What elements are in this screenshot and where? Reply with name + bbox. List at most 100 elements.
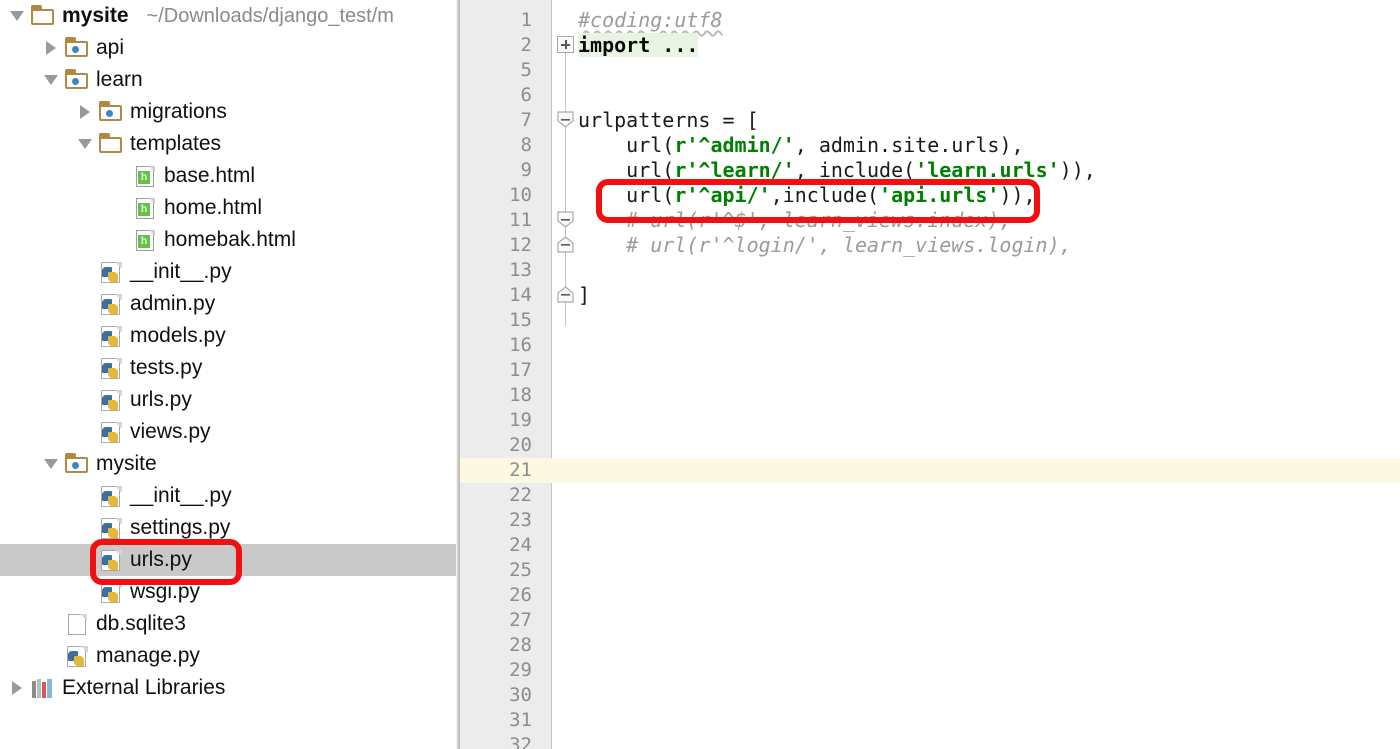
chevron-down-icon[interactable] [38, 75, 64, 85]
chevron-right-icon[interactable] [72, 105, 98, 119]
folder-icon [98, 101, 124, 123]
line-number[interactable]: 27 [460, 608, 532, 633]
python-file-icon [98, 581, 124, 603]
line-number[interactable]: 28 [460, 633, 532, 658]
line-number[interactable]: 25 [460, 558, 532, 583]
tree-item-settings-py[interactable]: settings.py [0, 512, 460, 544]
line-number[interactable]: 23 [460, 508, 532, 533]
line-number[interactable]: 22 [460, 483, 532, 508]
tree-item-models-py[interactable]: models.py [0, 320, 460, 352]
file-icon [64, 613, 90, 635]
line-number[interactable]: 2 [460, 33, 532, 58]
tree-item-label: mysite [96, 452, 157, 475]
line-number[interactable]: 21 [460, 458, 532, 483]
tree-item-base-html[interactable]: h base.html [0, 160, 460, 192]
line-number[interactable]: 6 [460, 83, 532, 108]
chevron-down-icon[interactable] [4, 11, 30, 21]
python-file-icon [98, 293, 124, 315]
line-number[interactable]: 11 [460, 208, 532, 233]
line-number[interactable]: 1 [460, 8, 532, 33]
folder-icon [64, 69, 90, 91]
code-editor-panel[interactable]: 1 2 5 6 7 8 9 10 11 12 13 14 15 16 17 18 19 20 21 22 23 24 25 2… [460, 0, 1400, 749]
line-number[interactable]: 17 [460, 358, 532, 383]
tree-item-admin-py[interactable]: admin.py [0, 288, 460, 320]
tree-item-mysite[interactable]: mysite [0, 448, 460, 480]
line-number[interactable]: 24 [460, 533, 532, 558]
tree-item-db-sqlite3[interactable]: db.sqlite3 [0, 608, 460, 640]
line-number[interactable]: 32 [460, 733, 532, 749]
line-number[interactable]: 5 [460, 58, 532, 83]
tree-item-urls-py[interactable]: urls.py [0, 384, 460, 416]
python-file-icon [98, 389, 124, 411]
python-file-icon [98, 549, 124, 571]
code-line-9[interactable]: url(r'^learn/', include('learn.urls')), [578, 158, 1096, 183]
line-number[interactable]: 14 [460, 283, 532, 308]
code-line-11[interactable]: # url(r'^$', learn_views.index), [578, 208, 1011, 233]
editor-code-area[interactable]: #coding:utf8 import ... urlpatterns = [ ur… [552, 0, 1400, 749]
folder-icon [30, 5, 56, 27]
tree-item-label: settings.py [130, 516, 231, 539]
code-line-14[interactable]: ] [578, 283, 590, 308]
line-number[interactable]: 7 [460, 108, 532, 133]
chevron-right-icon[interactable] [4, 681, 30, 695]
tree-item-templates[interactable]: templates [0, 128, 460, 160]
chevron-down-icon[interactable] [72, 139, 98, 149]
code-line-10[interactable]: url(r'^api/',include('api.urls')), [578, 183, 1035, 208]
tree-item-learn[interactable]: learn [0, 64, 460, 96]
tree-item-migrations[interactable]: migrations [0, 96, 460, 128]
python-file-icon [64, 645, 90, 667]
tree-item-api[interactable]: api [0, 32, 460, 64]
editor-line-number-gutter[interactable]: 1 2 5 6 7 8 9 10 11 12 13 14 15 16 17 18 19 20 21 22 23 24 25 2… [460, 0, 552, 749]
html-file-icon: h [132, 197, 158, 219]
line-number[interactable]: 19 [460, 408, 532, 433]
line-number[interactable]: 18 [460, 383, 532, 408]
line-number[interactable]: 9 [460, 158, 532, 183]
tree-item-label: __init__.py [130, 484, 232, 507]
code-line-1[interactable]: #coding:utf8 [578, 8, 723, 33]
line-number[interactable]: 13 [460, 258, 532, 283]
tree-item-label: models.py [130, 324, 226, 347]
tree-item-homebak-html[interactable]: h homebak.html [0, 224, 460, 256]
tree-item--init-py[interactable]: __init__.py [0, 480, 460, 512]
tree-item-wsgi-py[interactable]: wsgi.py [0, 576, 460, 608]
project-tree-panel[interactable]: mysite ~/Downloads/django_test/m api learn m… [0, 0, 460, 749]
line-number[interactable]: 30 [460, 683, 532, 708]
tree-item-views-py[interactable]: views.py [0, 416, 460, 448]
code-line-7[interactable]: urlpatterns = [ [578, 108, 759, 133]
python-file-icon [98, 261, 124, 283]
tree-item-label: urls.py [130, 388, 192, 411]
tree-item-external-libraries[interactable]: External Libraries [0, 672, 460, 704]
code-line-2[interactable]: import ... [578, 33, 699, 58]
tree-item-label: api [96, 36, 125, 59]
tree-item-label: db.sqlite3 [96, 612, 186, 635]
folder-icon [98, 133, 124, 155]
tree-item-manage-py[interactable]: manage.py [0, 640, 460, 672]
books-icon [30, 677, 56, 699]
line-number[interactable]: 15 [460, 308, 532, 333]
line-number[interactable]: 20 [460, 433, 532, 458]
html-file-icon: h [132, 229, 158, 251]
chevron-down-icon[interactable] [38, 459, 64, 469]
line-number[interactable]: 16 [460, 333, 532, 358]
tree-item-home-html[interactable]: h home.html [0, 192, 460, 224]
line-number[interactable]: 26 [460, 583, 532, 608]
tree-item-label: mysite [62, 4, 129, 27]
tree-item-label: urls.py [130, 548, 192, 571]
tree-item-urls-py[interactable]: urls.py [0, 544, 460, 576]
folded-import-region[interactable]: import ... [578, 33, 699, 57]
line-number[interactable]: 29 [460, 658, 532, 683]
tree-item-label: templates [130, 132, 222, 155]
tree-item-tests-py[interactable]: tests.py [0, 352, 460, 384]
tree-item-label: admin.py [130, 292, 216, 315]
line-number[interactable]: 10 [460, 183, 532, 208]
code-line-8[interactable]: url(r'^admin/', admin.site.urls), [578, 133, 1023, 158]
code-line-12[interactable]: # url(r'^login/', learn_views.login), [578, 233, 1072, 258]
line-number[interactable]: 12 [460, 233, 532, 258]
line-number[interactable]: 8 [460, 133, 532, 158]
tree-item-label: views.py [130, 420, 211, 443]
line-number[interactable]: 31 [460, 708, 532, 733]
tree-item-mysite[interactable]: mysite ~/Downloads/django_test/m [0, 0, 460, 32]
tree-item--init-py[interactable]: __init__.py [0, 256, 460, 288]
tree-item-label: manage.py [96, 644, 200, 667]
chevron-right-icon[interactable] [38, 41, 64, 55]
